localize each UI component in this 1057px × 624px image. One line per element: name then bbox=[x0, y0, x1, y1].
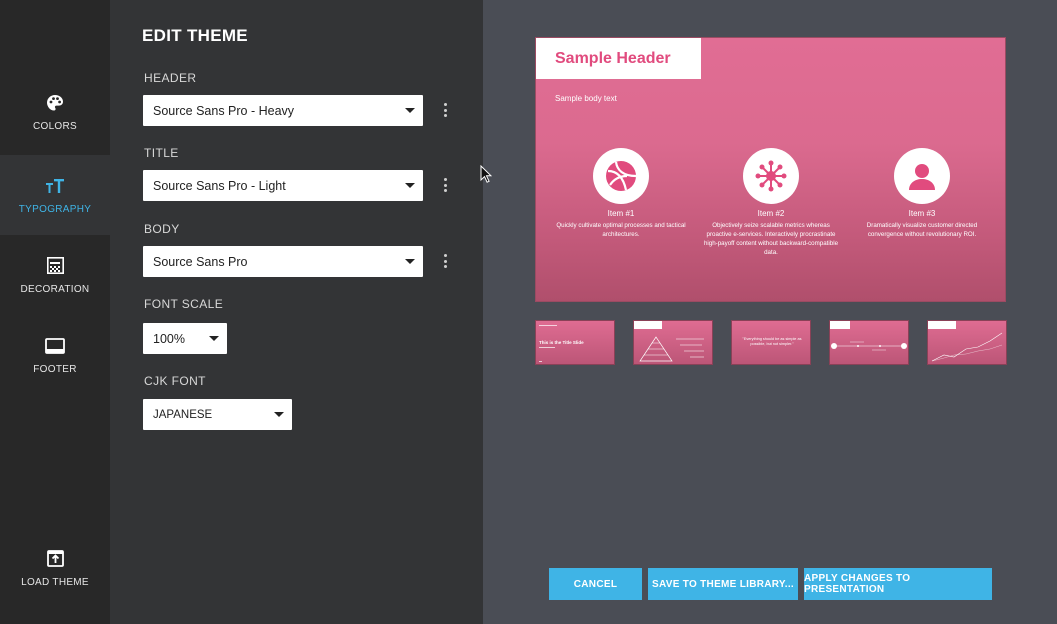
slide-item-desc: Quickly cultivate optimal processes and … bbox=[556, 222, 686, 238]
slide-item-title: Item #2 bbox=[757, 209, 785, 218]
title-font-select[interactable]: Source Sans Pro - Light bbox=[143, 170, 423, 201]
load-theme-button[interactable]: LOAD THEME bbox=[0, 528, 110, 608]
font-scale-select[interactable]: 100% bbox=[143, 323, 227, 354]
cancel-button[interactable]: CANCEL bbox=[549, 568, 642, 600]
thumbnail-line-chart[interactable] bbox=[927, 320, 1007, 365]
body-font-more-icon[interactable] bbox=[440, 251, 450, 271]
chevron-down-icon bbox=[274, 412, 284, 417]
title-font-value: Source Sans Pro - Light bbox=[153, 178, 286, 193]
footer-icon bbox=[45, 336, 65, 356]
chevron-down-icon bbox=[405, 108, 415, 113]
font-scale-value: 100% bbox=[153, 331, 185, 346]
title-font-label: TITLE bbox=[144, 146, 179, 160]
header-font-more-icon[interactable] bbox=[440, 100, 450, 120]
apply-changes-button[interactable]: APPLY CHANGES TO PRESENTATION bbox=[804, 568, 992, 600]
load-theme-icon bbox=[45, 549, 65, 569]
save-to-library-button[interactable]: SAVE TO THEME LIBRARY... bbox=[648, 568, 798, 600]
rail-item-label: DECORATION bbox=[20, 283, 90, 295]
thumbnail-pyramid[interactable] bbox=[633, 320, 713, 365]
slide-item-2: Item #2 Objectively seize scalable metri… bbox=[696, 148, 846, 257]
rail-item-label: TYPOGRAPHY bbox=[18, 203, 92, 215]
slide-item-title: Item #1 bbox=[607, 209, 635, 218]
thumbnail-text: This is the Title Slide bbox=[539, 340, 584, 345]
slide-item-desc: Dramatically visualize customer directed… bbox=[866, 222, 978, 238]
rail-item-label: COLORS bbox=[32, 120, 78, 132]
ball-icon bbox=[593, 148, 649, 204]
chevron-down-icon bbox=[209, 336, 219, 341]
typography-icon bbox=[45, 176, 65, 196]
decoration-icon bbox=[45, 256, 65, 276]
body-font-select[interactable]: Source Sans Pro bbox=[143, 246, 423, 277]
chevron-down-icon bbox=[405, 259, 415, 264]
slide-header: Sample Header bbox=[536, 38, 701, 79]
load-theme-label: LOAD THEME bbox=[21, 576, 89, 588]
slide-item-1: Item #1 Quickly cultivate optimal proces… bbox=[546, 148, 696, 239]
person-icon bbox=[894, 148, 950, 204]
left-nav-rail: COLORS TYPOGRAPHY DECORATION FOOTER LOAD… bbox=[0, 0, 110, 624]
slide-item-3: Item #3 Dramatically visualize customer … bbox=[847, 148, 997, 239]
mouse-cursor-icon bbox=[480, 164, 493, 188]
chevron-down-icon bbox=[405, 183, 415, 188]
slide-item-desc: Objectively seize scalable metrics where… bbox=[703, 222, 839, 256]
slide-body-text: Sample body text bbox=[555, 94, 617, 103]
cjk-font-label: CJK FONT bbox=[144, 374, 206, 388]
rail-item-decoration[interactable]: DECORATION bbox=[0, 235, 110, 315]
cjk-font-select[interactable]: JAPANESE bbox=[143, 399, 292, 430]
body-font-label: BODY bbox=[144, 222, 180, 236]
rail-item-colors[interactable]: COLORS bbox=[0, 72, 110, 152]
thumbnail-text: "Everything should be as simple as possi… bbox=[742, 337, 802, 346]
header-font-label: HEADER bbox=[144, 71, 197, 85]
slide-preview: Sample Header Sample body text Item #1 Q… bbox=[535, 37, 1006, 302]
palette-icon bbox=[45, 93, 65, 113]
thumbnail-quote[interactable]: "Everything should be as simple as possi… bbox=[731, 320, 811, 365]
edit-theme-panel: EDIT THEME HEADER Source Sans Pro - Heav… bbox=[110, 0, 483, 624]
thumbnail-timeline[interactable] bbox=[829, 320, 909, 365]
font-scale-label: FONT SCALE bbox=[144, 297, 224, 311]
cjk-font-value: JAPANESE bbox=[153, 408, 213, 421]
network-icon bbox=[743, 148, 799, 204]
header-font-select[interactable]: Source Sans Pro - Heavy bbox=[143, 95, 423, 126]
panel-title: EDIT THEME bbox=[142, 26, 248, 45]
rail-item-typography[interactable]: TYPOGRAPHY bbox=[0, 155, 110, 235]
rail-item-label: FOOTER bbox=[33, 363, 77, 375]
body-font-value: Source Sans Pro bbox=[153, 254, 248, 269]
slide-item-title: Item #3 bbox=[908, 209, 936, 218]
header-font-value: Source Sans Pro - Heavy bbox=[153, 103, 295, 118]
title-font-more-icon[interactable] bbox=[440, 175, 450, 195]
thumbnail-title-slide[interactable]: This is the Title Slide bbox=[535, 320, 615, 365]
rail-item-footer[interactable]: FOOTER bbox=[0, 315, 110, 395]
